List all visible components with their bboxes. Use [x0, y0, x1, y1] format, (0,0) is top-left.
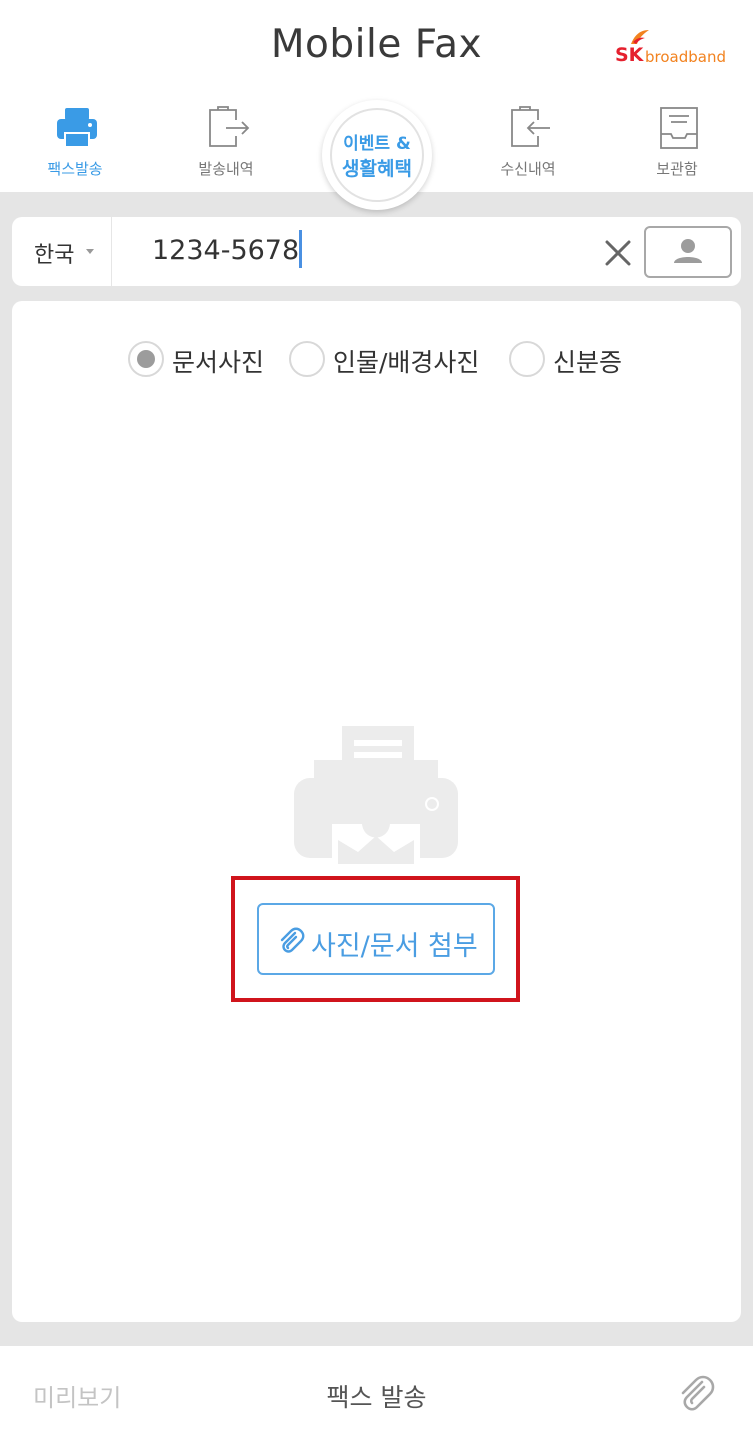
printer-icon — [57, 108, 97, 148]
photo-type-radio-group: 문서사진 인물/배경사진 신분증 — [12, 341, 741, 381]
brand-broadband-text: broadband — [645, 48, 726, 66]
radio-id-card-label: 신분증 — [553, 348, 623, 377]
tab-receive-history[interactable]: 수신내역 — [473, 102, 583, 192]
brand-sk-text: SK — [615, 44, 644, 66]
attach-button-label: 사진/문서 첨부 — [311, 931, 478, 962]
paperclip-icon — [280, 927, 305, 953]
send-history-icon — [209, 106, 250, 147]
fax-number-input[interactable]: 1234-5678 — [152, 229, 552, 271]
country-select[interactable]: 한국 — [12, 217, 112, 286]
person-icon — [674, 239, 702, 263]
contacts-button[interactable] — [644, 226, 732, 278]
tab-fax-send[interactable]: 팩스발송 — [20, 102, 130, 192]
attach-photo-document-button[interactable]: 사진/문서 첨부 — [257, 903, 495, 975]
event-benefits-button[interactable]: 이벤트 & 생활혜택 — [322, 100, 432, 210]
event-label-line1: 이벤트 & — [343, 134, 411, 154]
event-benefits-inner: 이벤트 & 생활혜택 — [330, 108, 424, 202]
country-select-value: 한국 — [34, 243, 75, 268]
radio-checked-icon — [128, 341, 164, 377]
clear-icon[interactable] — [602, 237, 634, 269]
tab-storage-label: 보관함 — [656, 160, 698, 178]
event-label-line2: 생활혜택 — [342, 158, 412, 180]
tab-receive-history-label: 수신내역 — [500, 160, 556, 178]
tab-send-history-label: 발송내역 — [198, 160, 254, 178]
sk-broadband-logo: SK broadband — [615, 30, 726, 70]
attach-paperclip-icon[interactable] — [676, 1374, 716, 1414]
caret-down-icon — [86, 249, 94, 254]
fax-compose-panel: 문서사진 인물/배경사진 신분증 사진/문서 첨부 — [12, 301, 741, 1322]
tab-send-history[interactable]: 발송내역 — [171, 102, 281, 192]
recipient-input-row: 한국 1234-5678 — [12, 217, 741, 286]
receive-history-icon — [511, 106, 550, 147]
storage-box-icon — [660, 107, 698, 149]
radio-unchecked-icon — [289, 341, 325, 377]
tab-storage[interactable]: 보관함 — [622, 102, 732, 192]
bottom-action-bar: 미리보기 팩스 발송 — [0, 1346, 753, 1440]
text-cursor — [299, 229, 303, 268]
tab-fax-send-label: 팩스발송 — [47, 160, 103, 178]
fax-placeholder-icon — [294, 726, 458, 864]
send-fax-button[interactable]: 팩스 발송 — [0, 1378, 753, 1414]
radio-person-background-photo-label: 인물/배경사진 — [333, 348, 480, 377]
fax-number-value: 1234-5678 — [152, 235, 300, 266]
radio-document-photo-label: 문서사진 — [172, 348, 265, 377]
radio-unchecked-icon — [509, 341, 545, 377]
